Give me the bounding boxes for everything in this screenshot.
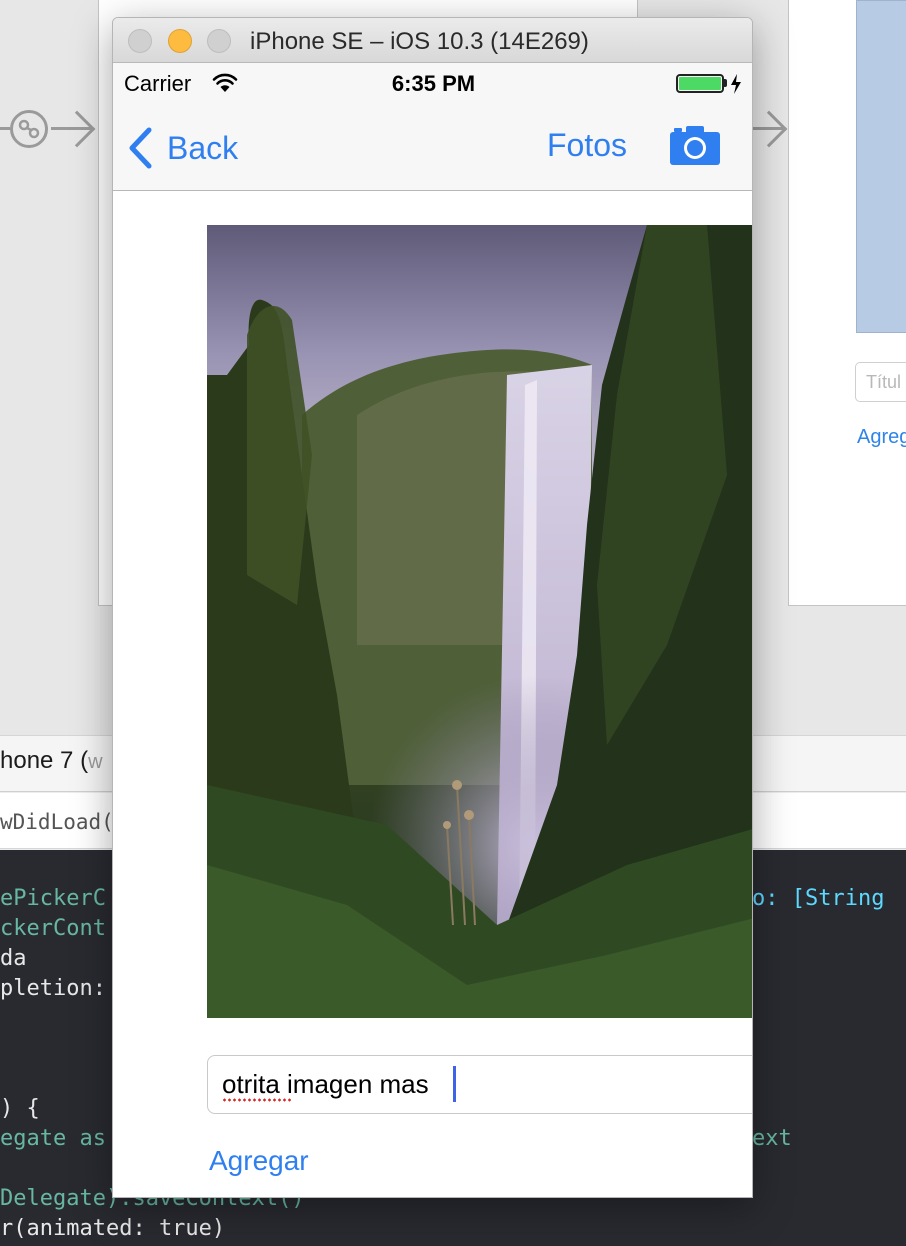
title-input-value: otrita imagen mas — [222, 1069, 429, 1099]
code-line: ) { — [0, 1096, 40, 1121]
segue-icon[interactable] — [10, 110, 48, 148]
code-line: ePickerC — [0, 886, 106, 911]
waterfall-photo — [207, 225, 752, 1018]
title-input[interactable]: otrita imagen mas — [207, 1055, 752, 1114]
scene-image-placeholder — [856, 0, 906, 333]
fotos-button[interactable]: Fotos — [547, 127, 627, 164]
jump-bar-method[interactable]: wDidLoad() — [0, 810, 126, 834]
battery-icon — [676, 74, 724, 93]
code-line: pletion: — [0, 976, 106, 1001]
code-line: da — [0, 946, 27, 971]
code-line: o: [String — [752, 886, 885, 911]
simulator-window[interactable]: iPhone SE – iOS 10.3 (14E269) Carrier 6:… — [112, 17, 753, 1198]
chevron-left-icon — [129, 127, 152, 169]
back-label: Back — [167, 129, 239, 166]
back-button[interactable]: Back — [127, 124, 238, 172]
code-line: ckerCont — [0, 916, 106, 941]
code-line: ext — [752, 1126, 792, 1151]
charging-bolt-icon — [731, 74, 741, 94]
camera-icon[interactable] — [670, 125, 720, 165]
device-detail: w — [88, 751, 103, 773]
simulator-title: iPhone SE – iOS 10.3 (14E269) — [250, 28, 589, 55]
scene-add-link: Agreg — [857, 426, 906, 448]
scene-title-field: Títul — [855, 362, 906, 402]
battery-level — [679, 77, 721, 90]
segue-line — [0, 127, 10, 130]
add-button[interactable]: Agregar — [209, 1145, 309, 1177]
window-close-button[interactable] — [128, 29, 152, 53]
window-zoom-button[interactable] — [207, 29, 231, 53]
navigation-bar: Back Fotos — [113, 103, 752, 191]
code-line: r(animated: true) — [0, 1216, 226, 1241]
status-time: 6:35 PM — [391, 71, 476, 96]
device-name: hone 7 ( — [0, 747, 89, 774]
spellcheck-underline — [222, 1098, 291, 1102]
window-minimize-button[interactable] — [168, 29, 192, 53]
ios-screen[interactable]: Carrier 6:35 PM Back Fotos otrita imagen… — [113, 63, 752, 1197]
text-cursor — [453, 1066, 456, 1102]
link-icon — [18, 119, 40, 139]
status-bar: Carrier 6:35 PM — [113, 63, 752, 103]
simulator-titlebar[interactable]: iPhone SE – iOS 10.3 (14E269) — [113, 18, 752, 63]
battery-tip — [724, 79, 727, 87]
photo-illustration — [207, 225, 752, 1018]
code-line: egate as — [0, 1126, 106, 1151]
device-selector[interactable]: hone 7 (w — [0, 747, 103, 775]
